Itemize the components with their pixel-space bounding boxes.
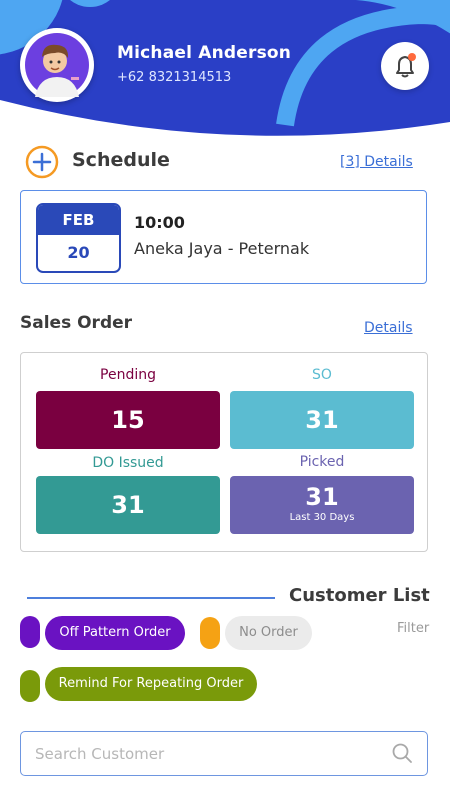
schedule-details-link[interactable]: [3] Details — [340, 154, 413, 170]
calendar-date: FEB 20 — [36, 203, 121, 273]
sales-order-title: Sales Order — [20, 313, 133, 333]
notification-button[interactable] — [381, 42, 429, 90]
schedule-title: Schedule — [72, 149, 170, 171]
date-day: 20 — [67, 243, 90, 262]
picked-tile[interactable]: 31 Last 30 Days — [230, 476, 414, 534]
customer-list-title: Customer List — [289, 585, 430, 606]
customer-list-divider — [27, 597, 275, 599]
off-pattern-color-swatch — [20, 616, 40, 648]
so-tile[interactable]: 31 — [230, 391, 414, 449]
pending-value: 15 — [111, 406, 145, 434]
search-bar — [20, 731, 428, 776]
schedule-time: 10:00 — [134, 213, 185, 232]
search-icon[interactable] — [391, 742, 413, 764]
remind-repeat-color-swatch — [20, 670, 40, 702]
bell-icon — [396, 53, 416, 78]
picked-label: Picked — [299, 454, 345, 470]
user-phone: +62 8321314513 — [117, 70, 232, 85]
pending-tile[interactable]: 15 — [36, 391, 220, 449]
date-month: FEB — [38, 205, 119, 235]
sales-order-details-link[interactable]: Details — [364, 320, 413, 336]
off-pattern-order-chip[interactable]: Off Pattern Order — [45, 616, 185, 650]
search-customer-input[interactable] — [33, 732, 387, 776]
no-order-chip[interactable]: No Order — [225, 616, 312, 650]
avatar[interactable] — [20, 28, 94, 102]
so-label: SO — [312, 367, 332, 383]
do-issued-tile[interactable]: 31 — [36, 476, 220, 534]
user-name: Michael Anderson — [117, 43, 292, 63]
profile-header: Michael Anderson +62 8321314513 — [0, 0, 450, 200]
filter-button[interactable]: Filter — [397, 621, 429, 636]
add-schedule-button[interactable] — [25, 145, 59, 179]
schedule-place: Aneka Jaya - Peternak — [134, 239, 310, 258]
do-issued-label: DO Issued — [92, 455, 164, 471]
remind-repeating-order-chip[interactable]: Remind For Repeating Order — [45, 667, 257, 701]
do-issued-value: 31 — [111, 491, 145, 519]
no-order-color-swatch — [200, 617, 220, 649]
schedule-card[interactable]: FEB 20 10:00 Aneka Jaya - Peternak — [20, 190, 427, 284]
picked-value: 31 — [305, 483, 339, 511]
pending-label: Pending — [100, 367, 156, 383]
picked-subtext: Last 30 Days — [289, 512, 355, 523]
sales-order-card: Pending 15 SO 31 DO Issued 31 Picked 31 … — [20, 352, 428, 552]
so-value: 31 — [305, 406, 339, 434]
